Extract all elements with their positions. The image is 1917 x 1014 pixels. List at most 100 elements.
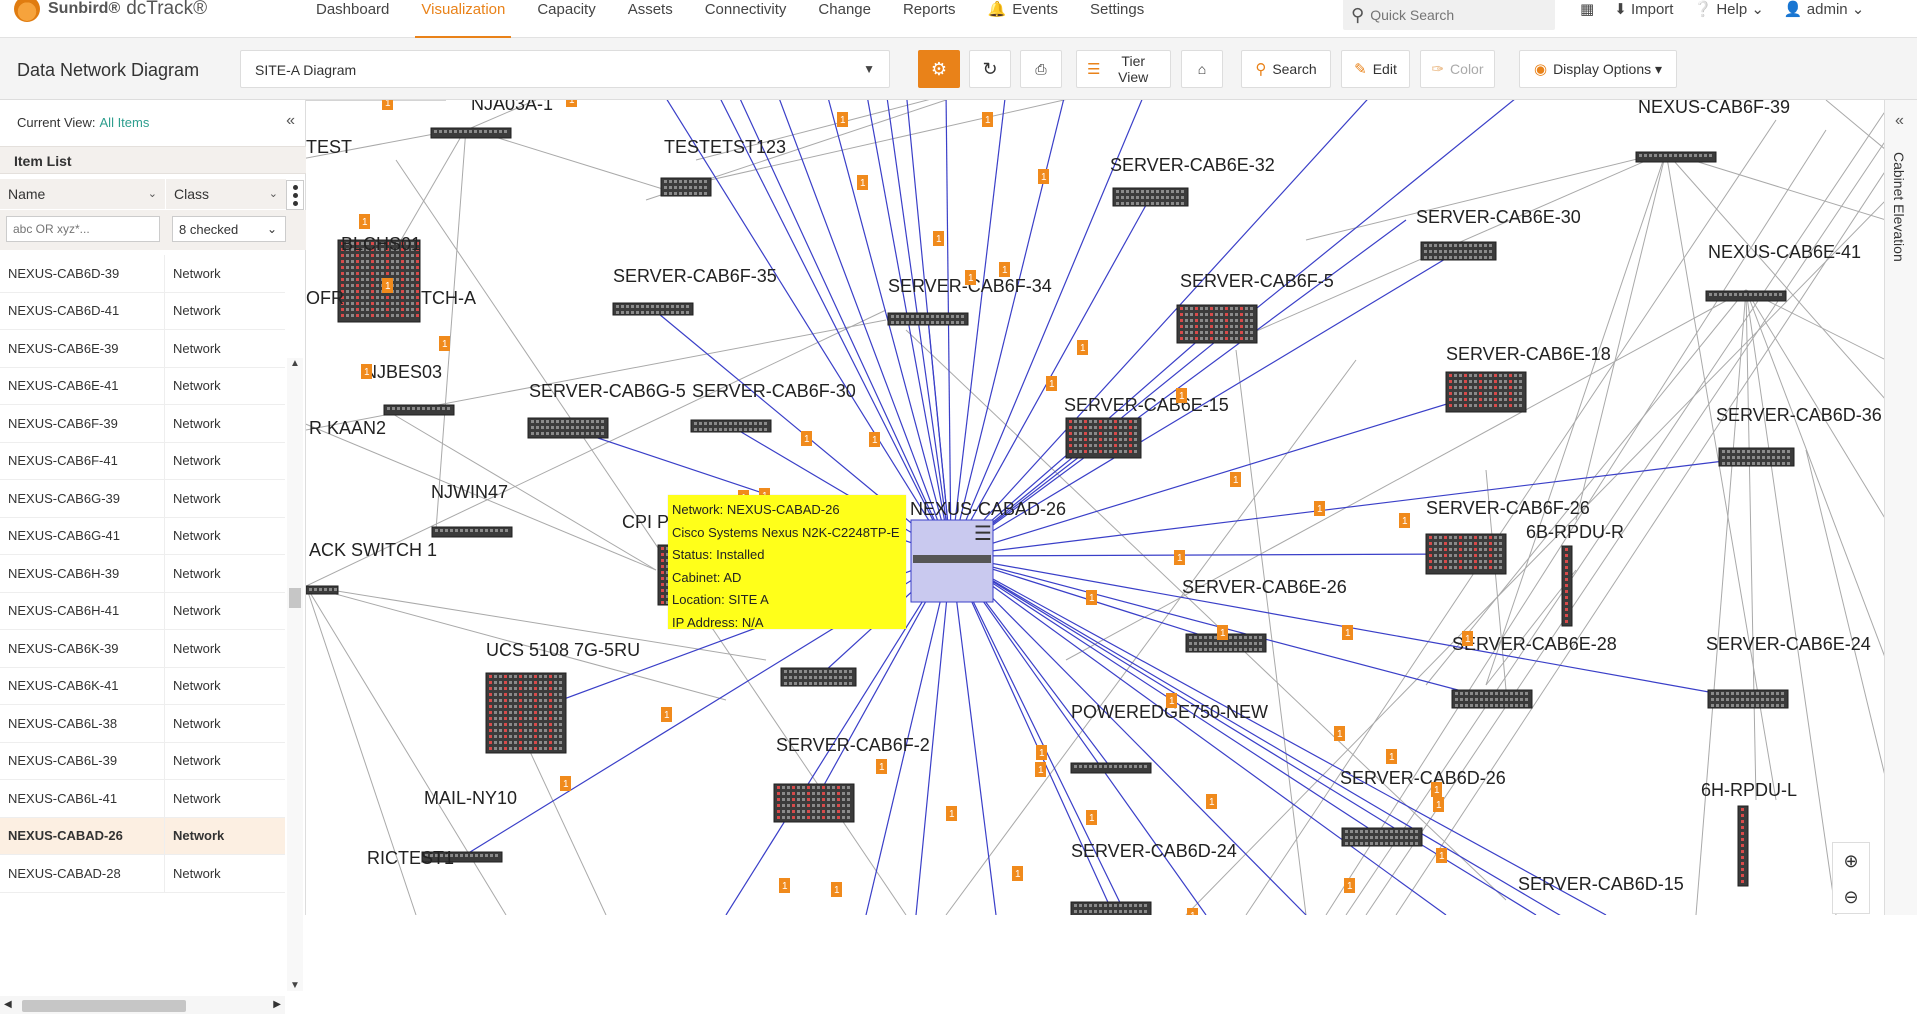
current-view-link[interactable]: All Items	[100, 115, 150, 130]
device-nexus-cab6e-41[interactable]	[1705, 290, 1787, 302]
diagram-select[interactable]: SITE-A Diagram ▼	[240, 50, 890, 88]
device-server-cab6f-5[interactable]	[1176, 304, 1258, 344]
table-row[interactable]: NEXUS-CABAD-26 Network	[0, 817, 285, 855]
scroll-down-icon[interactable]: ▼	[290, 980, 300, 991]
zoom-in-icon[interactable]: ⊕	[1833, 843, 1869, 879]
device-server-cab6e-28[interactable]	[1451, 689, 1533, 709]
column-menu-icon[interactable]	[286, 180, 304, 210]
tier-view-button[interactable]: ☰ Tier View	[1076, 50, 1171, 88]
class-filter-select[interactable]: 8 checked ⌄	[172, 216, 286, 242]
device-njwin47[interactable]	[431, 526, 513, 538]
search-button[interactable]: ⚲ Search	[1241, 50, 1331, 88]
cabinet-elevation-panel[interactable]: « Cabinet Elevation	[1884, 100, 1917, 915]
device-nja03a-1[interactable]	[430, 127, 512, 139]
table-row[interactable]: NEXUS-CAB6L-38 Network	[0, 705, 285, 743]
table-row[interactable]: NEXUS-CAB6F-41 Network	[0, 442, 285, 480]
device-server-cab6d-24[interactable]	[1070, 901, 1152, 915]
calendar-icon[interactable]: ▦	[1580, 0, 1594, 18]
print-button[interactable]: ⎙	[1020, 50, 1062, 88]
device-proliant-1[interactable]	[780, 667, 857, 687]
name-filter-input[interactable]	[6, 216, 160, 242]
device-server-cab6e-15[interactable]	[1065, 417, 1142, 459]
zoom-out-icon[interactable]: ⊖	[1833, 879, 1869, 915]
table-row[interactable]: NEXUS-CAB6K-41 Network	[0, 667, 285, 705]
table-row[interactable]: NEXUS-CAB6D-39 Network	[0, 255, 285, 293]
scroll-left-icon[interactable]: ◀	[4, 999, 12, 1010]
device-server-cab6f-34[interactable]	[887, 312, 969, 326]
device-ack-switch-1[interactable]	[306, 585, 339, 595]
home-button[interactable]: ⌂	[1181, 50, 1223, 88]
tooltip-location: Location: SITE A	[672, 592, 769, 607]
table-row[interactable]: NEXUS-CAB6H-41 Network	[0, 592, 285, 630]
nav-item-capacity[interactable]: Capacity	[521, 0, 611, 38]
scroll-up-icon[interactable]: ▲	[290, 358, 300, 369]
device-server-cab6f-30[interactable]	[690, 419, 772, 433]
quick-search[interactable]: ⚲	[1343, 0, 1555, 30]
device-6b-rpdu-r[interactable]	[1561, 545, 1573, 627]
scroll-thumb[interactable]	[289, 588, 301, 608]
horizontal-scrollbar[interactable]: ◀ ▶	[0, 996, 285, 1014]
device-r-kaan2[interactable]	[383, 404, 455, 416]
nav-item-settings[interactable]: Settings	[1074, 0, 1160, 38]
device-ucs-5108-7g-5ru[interactable]	[485, 672, 567, 754]
device-server-cab6f-26[interactable]	[1425, 533, 1507, 575]
device-server-cab6f-35[interactable]	[612, 302, 694, 316]
vertical-scrollbar[interactable]: ▲ ▼	[287, 358, 303, 991]
column-header-name[interactable]: Name ⌄	[0, 179, 165, 209]
device-server-cab6e-32[interactable]	[1112, 187, 1189, 207]
nav-item-connectivity[interactable]: Connectivity	[689, 0, 803, 38]
top-right-tools: ▦ ⬇ Import ❔ Help ⌄ 👤 admin ⌄	[1580, 0, 1884, 30]
import-button[interactable]: ⬇ Import	[1614, 0, 1673, 18]
collapse-panel-icon[interactable]: «	[286, 112, 295, 130]
nav-item-change[interactable]: Change	[802, 0, 887, 38]
nav-item-visualization[interactable]: Visualization	[405, 0, 521, 38]
device-nexus-cab6f-39[interactable]	[1635, 151, 1717, 163]
hub-menu-icon[interactable]: ☰	[974, 521, 992, 546]
device-poweredge750-new[interactable]	[1070, 762, 1152, 774]
refresh-button[interactable]: ↻	[969, 50, 1011, 88]
column-header-class[interactable]: Class ⌄	[166, 179, 286, 209]
node-label: SERVER-CAB6E-32	[1110, 155, 1275, 175]
scroll-thumb-h[interactable]	[22, 1000, 186, 1012]
device-testetst123[interactable]	[660, 177, 712, 197]
user-menu[interactable]: 👤 admin ⌄	[1784, 0, 1864, 18]
scroll-right-icon[interactable]: ▶	[273, 999, 281, 1010]
sunbird-logo[interactable]: Sunbird® dcTrack®	[14, 0, 207, 24]
nav-item-assets[interactable]: Assets	[612, 0, 689, 38]
link-badge: 1	[1166, 693, 1177, 708]
network-diagram-canvas[interactable]: NJA03A-1 TESTETST123 TEST BLCHS01 OFR TCH-A NJ…	[306, 100, 1884, 915]
table-row[interactable]: NEXUS-CAB6D-41 Network	[0, 292, 285, 330]
cell-class: Network	[173, 753, 221, 769]
device-server-cab6e-18[interactable]	[1445, 371, 1527, 413]
device-6h-rpdu-l[interactable]	[1737, 805, 1749, 887]
display-options-button[interactable]: ◉ Display Options ▾	[1519, 50, 1677, 88]
table-row[interactable]: NEXUS-CAB6L-41 Network	[0, 780, 285, 818]
device-server-cab6f-2[interactable]	[773, 783, 855, 823]
quick-search-input[interactable]	[1364, 6, 1535, 24]
pencil-icon: ✎	[1354, 61, 1367, 78]
settings-button[interactable]: ⚙	[918, 50, 960, 88]
nav-item-dashboard[interactable]: Dashboard	[300, 0, 405, 38]
link-badge: 1	[566, 100, 577, 107]
device-server-cab6d-36[interactable]	[1718, 447, 1795, 467]
nav-item-reports[interactable]: Reports	[887, 0, 972, 38]
diagram-svg[interactable]: NJA03A-1 TESTETST123 TEST BLCHS01 OFR TCH-A NJ…	[306, 100, 1884, 915]
table-row[interactable]: NEXUS-CABAD-28 Network	[0, 855, 285, 893]
edit-button[interactable]: ✎ Edit	[1341, 50, 1410, 88]
expand-panel-icon[interactable]: «	[1895, 112, 1904, 130]
nav-item-events[interactable]: 🔔 Events	[972, 0, 1075, 38]
table-row[interactable]: NEXUS-CAB6K-39 Network	[0, 630, 285, 668]
table-row[interactable]: NEXUS-CAB6F-39 Network	[0, 405, 285, 443]
device-server-cab6e-24[interactable]	[1707, 689, 1789, 709]
table-row[interactable]: NEXUS-CAB6E-39 Network	[0, 330, 285, 368]
table-row[interactable]: NEXUS-CAB6H-39 Network	[0, 555, 285, 593]
table-row[interactable]: NEXUS-CAB6G-39 Network	[0, 480, 285, 518]
table-row[interactable]: NEXUS-CAB6G-41 Network	[0, 517, 285, 555]
table-row[interactable]: NEXUS-CAB6L-39 Network	[0, 742, 285, 780]
device-server-cab6g-5[interactable]	[527, 417, 609, 439]
device-server-cab6d-26[interactable]	[1341, 827, 1423, 847]
color-button[interactable]: ✑ Color	[1420, 50, 1495, 88]
device-server-cab6e-30[interactable]	[1420, 241, 1497, 261]
help-button[interactable]: ❔ Help ⌄	[1693, 0, 1763, 18]
table-row[interactable]: NEXUS-CAB6E-41 Network	[0, 367, 285, 405]
